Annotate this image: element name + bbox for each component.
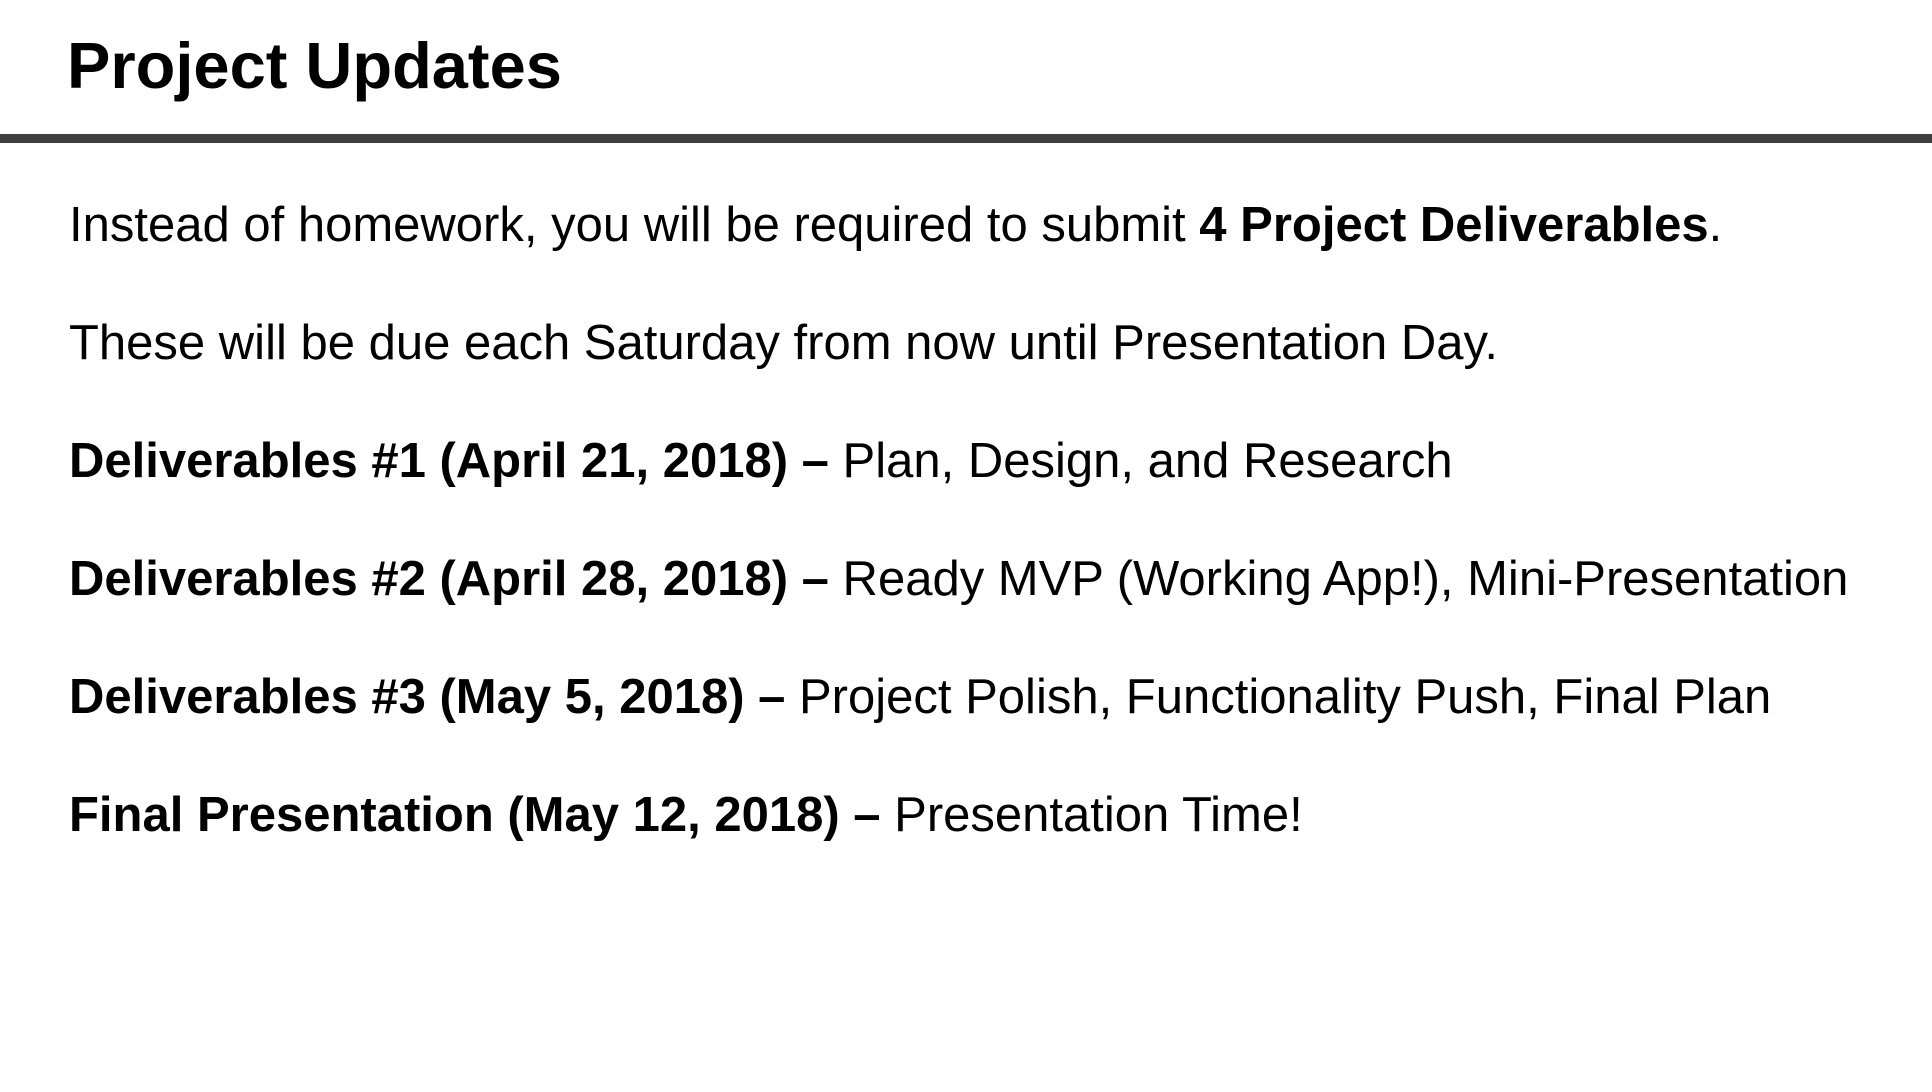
deliverable-description: Ready MVP (Working App!), Mini-Presentat… (828, 552, 1849, 606)
slide-title: Project Updates (67, 29, 562, 102)
deliverable-heading: Deliverables #2 (April 28, 2018) – (69, 552, 829, 606)
deliverable-item: Deliverables #3 (May 5, 2018) – Project … (69, 668, 1859, 727)
deliverable-item: Deliverables #2 (April 28, 2018) – Ready… (69, 550, 1859, 609)
intro-period: . (1708, 198, 1723, 252)
deliverable-item: Final Presentation (May 12, 2018) – Pres… (69, 786, 1859, 845)
title-divider (0, 134, 1932, 143)
deliverable-description: Presentation Time! (880, 788, 1303, 842)
schedule-note: These will be due each Saturday from now… (69, 316, 1499, 370)
slide-body: Instead of homework, you will be require… (69, 196, 1859, 845)
deliverable-item: Deliverables #1 (April 21, 2018) – Plan,… (69, 432, 1859, 491)
deliverable-heading: Deliverables #1 (April 21, 2018) – (69, 434, 829, 488)
deliverable-description: Project Polish, Functionality Push, Fina… (785, 670, 1772, 724)
intro-text: Instead of homework, you will be require… (69, 198, 1200, 252)
intro-paragraph: Instead of homework, you will be require… (69, 196, 1859, 255)
slide: Project Updates Instead of homework, you… (0, 0, 1932, 1092)
deliverable-description: Plan, Design, and Research (828, 434, 1453, 488)
intro-emphasis: 4 Project Deliverables (1199, 198, 1709, 252)
deliverable-heading: Final Presentation (May 12, 2018) – (69, 788, 881, 842)
deliverable-heading: Deliverables #3 (May 5, 2018) – (69, 670, 786, 724)
